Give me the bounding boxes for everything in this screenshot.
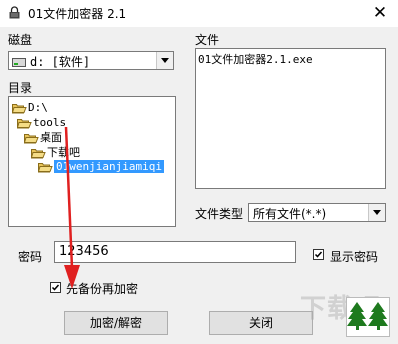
drive-value: d: [软件] [30,55,91,69]
tree-item-label: 桌面 [40,131,62,144]
show-password-checkbox[interactable] [313,249,324,260]
file-item[interactable]: 01文件加密器2.1.exe [198,51,313,67]
lock-icon [8,6,21,19]
backup-before-encrypt-checkbox[interactable] [50,282,61,293]
check-mark-icon [314,251,323,258]
tree-item-label: 01wenjianjiamiqi [54,160,164,173]
close-window-button[interactable]: ✕ [362,0,398,26]
site-logo [346,297,390,337]
chevron-down-icon [161,58,169,63]
password-input[interactable]: 123456 [54,241,296,263]
open-folder-icon [23,132,39,144]
drive-label: 磁盘 [8,33,33,47]
tree-item[interactable]: tools [16,115,67,130]
open-folder-icon [11,102,27,114]
directory-label: 目录 [8,81,33,95]
open-folder-icon [16,117,32,129]
filetype-value: 所有文件(*.*) [253,207,327,221]
drive-icon [12,56,26,67]
encrypt-decrypt-button[interactable]: 加密/解密 [64,311,168,335]
drive-dropdown-button[interactable] [156,52,173,69]
filetype-select[interactable]: 所有文件(*.*) [248,203,386,222]
check-mark-icon [51,284,60,291]
tree-item[interactable]: 下载吧 [30,145,80,160]
filetype-label: 文件类型 [195,207,244,221]
tree-item[interactable]: D:\ [11,100,48,115]
file-list[interactable]: 01文件加密器2.1.exe [195,48,386,189]
title-bar: 01文件加密器 2.1 ✕ [0,0,398,26]
tree-item-label: 下载吧 [47,146,80,159]
files-label: 文件 [195,33,220,47]
filetype-dropdown-button[interactable] [368,204,385,221]
close-button[interactable]: 关闭 [209,311,313,335]
backup-before-encrypt-label: 先备份再加密 [66,282,139,296]
chevron-down-icon [373,210,381,215]
open-folder-icon [30,147,46,159]
tree-item-label: D:\ [28,101,48,114]
tree-item-label: tools [33,116,67,129]
show-password-label: 显示密码 [330,250,379,264]
directory-tree[interactable]: D:\ tools 桌面 下载吧 01wenjianjiamiqi [8,96,176,227]
tree-item[interactable]: 桌面 [23,130,62,145]
password-label: 密码 [18,250,43,264]
window-title: 01文件加密器 2.1 [28,7,127,21]
drive-select[interactable]: d: [软件] [8,51,174,70]
open-folder-icon [37,161,53,173]
tree-item-selected[interactable]: 01wenjianjiamiqi [37,159,164,174]
